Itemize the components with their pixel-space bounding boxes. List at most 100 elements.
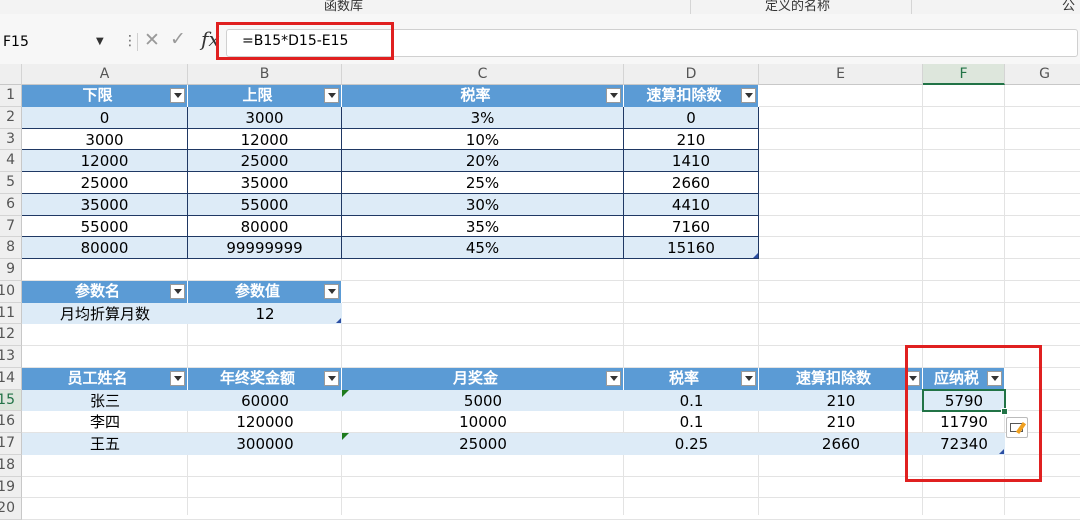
table-cell[interactable]: 300000	[188, 433, 342, 455]
ribbon-group-function-library[interactable]: 函数库	[324, 0, 363, 14]
row-header-6[interactable]: 6	[0, 193, 22, 216]
row-header-11[interactable]: 11	[0, 302, 22, 325]
table-cell[interactable]: 0	[22, 106, 188, 129]
table-cell[interactable]: 45%	[342, 237, 624, 259]
table-cell[interactable]: 210	[624, 128, 759, 151]
table-cell[interactable]: 12000	[22, 150, 188, 172]
table-cell[interactable]: 3000	[22, 128, 188, 151]
table-cell[interactable]: 张三	[22, 389, 188, 412]
row-header-10[interactable]: 10	[0, 280, 22, 303]
row-header-4[interactable]: 4	[0, 150, 22, 172]
row-header-16[interactable]: 16	[0, 411, 22, 433]
table-cell[interactable]: 王五	[22, 433, 188, 455]
row-header-18[interactable]: 18	[0, 454, 22, 477]
column-header-b[interactable]: B	[188, 64, 342, 85]
filter-dropdown-button[interactable]	[324, 283, 339, 299]
table-cell[interactable]: 25000	[342, 433, 624, 455]
filter-dropdown-button[interactable]	[170, 283, 185, 299]
column-header-a[interactable]: A	[22, 64, 188, 85]
name-box[interactable]: F15 ▼	[0, 31, 118, 53]
row-header-14[interactable]: 14	[0, 367, 22, 390]
filter-dropdown-button[interactable]	[606, 88, 621, 103]
row-header-8[interactable]: 8	[0, 237, 22, 259]
table-resize-handle[interactable]	[336, 318, 341, 324]
table-cell[interactable]: 120000	[188, 411, 342, 433]
row-header-2[interactable]: 2	[0, 106, 22, 129]
column-header-e[interactable]: E	[759, 64, 923, 85]
row-number: 1	[6, 87, 15, 103]
table-cell[interactable]: 80000	[188, 215, 342, 238]
table-cell[interactable]: 25000	[22, 172, 188, 194]
row-header-1[interactable]: 1	[0, 85, 22, 107]
quick-analysis-icon[interactable]	[1006, 417, 1028, 438]
filter-dropdown-button[interactable]	[170, 88, 185, 103]
error-indicator-icon[interactable]	[342, 389, 349, 397]
filter-dropdown-button[interactable]	[741, 370, 756, 386]
more-options-icon[interactable]: ⋮	[123, 30, 137, 52]
row-header-20[interactable]: 20	[0, 498, 22, 520]
row-header-13[interactable]: 13	[0, 346, 22, 368]
table-cell[interactable]: 210	[759, 411, 923, 433]
table-cell[interactable]: 10%	[342, 128, 624, 151]
filter-dropdown-button[interactable]	[741, 88, 756, 103]
table-cell[interactable]: 55000	[22, 215, 188, 238]
row-header-17[interactable]: 17	[0, 433, 22, 455]
column-header-g[interactable]: G	[1005, 64, 1080, 85]
table-cell[interactable]: 12	[188, 302, 342, 325]
row-header-12[interactable]: 12	[0, 324, 22, 346]
table-cell[interactable]: 3%	[342, 106, 624, 129]
column-header-c[interactable]: C	[342, 64, 624, 85]
table-cell[interactable]: 25%	[342, 172, 624, 194]
row-header-5[interactable]: 5	[0, 172, 22, 194]
table-cell[interactable]: 0.1	[624, 411, 759, 433]
table-cell[interactable]: 35%	[342, 215, 624, 238]
row-header-7[interactable]: 7	[0, 215, 22, 238]
filter-dropdown-button[interactable]	[606, 370, 621, 386]
column-header-f[interactable]: F	[923, 64, 1005, 85]
chevron-down-icon[interactable]: ▼	[96, 31, 104, 53]
table-cell[interactable]: 4410	[624, 193, 759, 216]
filter-dropdown-button[interactable]	[170, 370, 185, 386]
table-cell[interactable]: 25000	[188, 150, 342, 172]
row-number: 10	[0, 282, 15, 299]
table-cell[interactable]: 30%	[342, 193, 624, 216]
check-icon[interactable]: ✓	[170, 28, 186, 50]
row-header-15[interactable]: 15	[0, 389, 22, 412]
filter-dropdown-button[interactable]	[324, 370, 339, 386]
row-header-19[interactable]: 19	[0, 476, 22, 499]
table-cell[interactable]: 0	[624, 106, 759, 129]
table-cell[interactable]: 35000	[22, 193, 188, 216]
table-cell[interactable]: 20%	[342, 150, 624, 172]
table-cell[interactable]: 12000	[188, 128, 342, 151]
table-cell[interactable]: 15160	[624, 237, 759, 259]
row-header-9[interactable]: 9	[0, 259, 22, 281]
table-cell[interactable]: 60000	[188, 389, 342, 412]
table-header-cell: 参数名	[22, 280, 188, 303]
column-header-d[interactable]: D	[624, 64, 759, 85]
ribbon-group-formula-auditing[interactable]: 公式	[1062, 0, 1080, 14]
table-cell[interactable]: 2660	[759, 433, 923, 455]
table-cell[interactable]: 月均折算月数	[22, 302, 188, 325]
table-cell[interactable]: 李四	[22, 411, 188, 433]
filter-dropdown-button[interactable]	[324, 88, 339, 103]
table-cell[interactable]: 1410	[624, 150, 759, 172]
table-cell[interactable]: 5000	[342, 389, 624, 412]
table-cell[interactable]: 210	[759, 389, 923, 412]
table-cell[interactable]: 7160	[624, 215, 759, 238]
table-resize-handle[interactable]	[753, 253, 758, 258]
table-cell[interactable]: 99999999	[188, 237, 342, 259]
ribbon-group-defined-names[interactable]: 定义的名称	[765, 0, 830, 14]
table-cell[interactable]: 80000	[22, 237, 188, 259]
error-indicator-icon[interactable]	[342, 433, 349, 440]
table-cell[interactable]: 2660	[624, 172, 759, 194]
table-cell[interactable]: 0.1	[624, 389, 759, 412]
table-cell[interactable]: 0.25	[624, 433, 759, 455]
row-header-3[interactable]: 3	[0, 128, 22, 151]
close-icon[interactable]: ✕	[144, 29, 160, 51]
table-cell[interactable]: 10000	[342, 411, 624, 433]
table-cell[interactable]: 35000	[188, 172, 342, 194]
table-cell[interactable]: 3000	[188, 106, 342, 129]
table-cell[interactable]: 55000	[188, 193, 342, 216]
row-number: 11	[0, 304, 15, 321]
select-all-corner[interactable]	[0, 64, 22, 85]
